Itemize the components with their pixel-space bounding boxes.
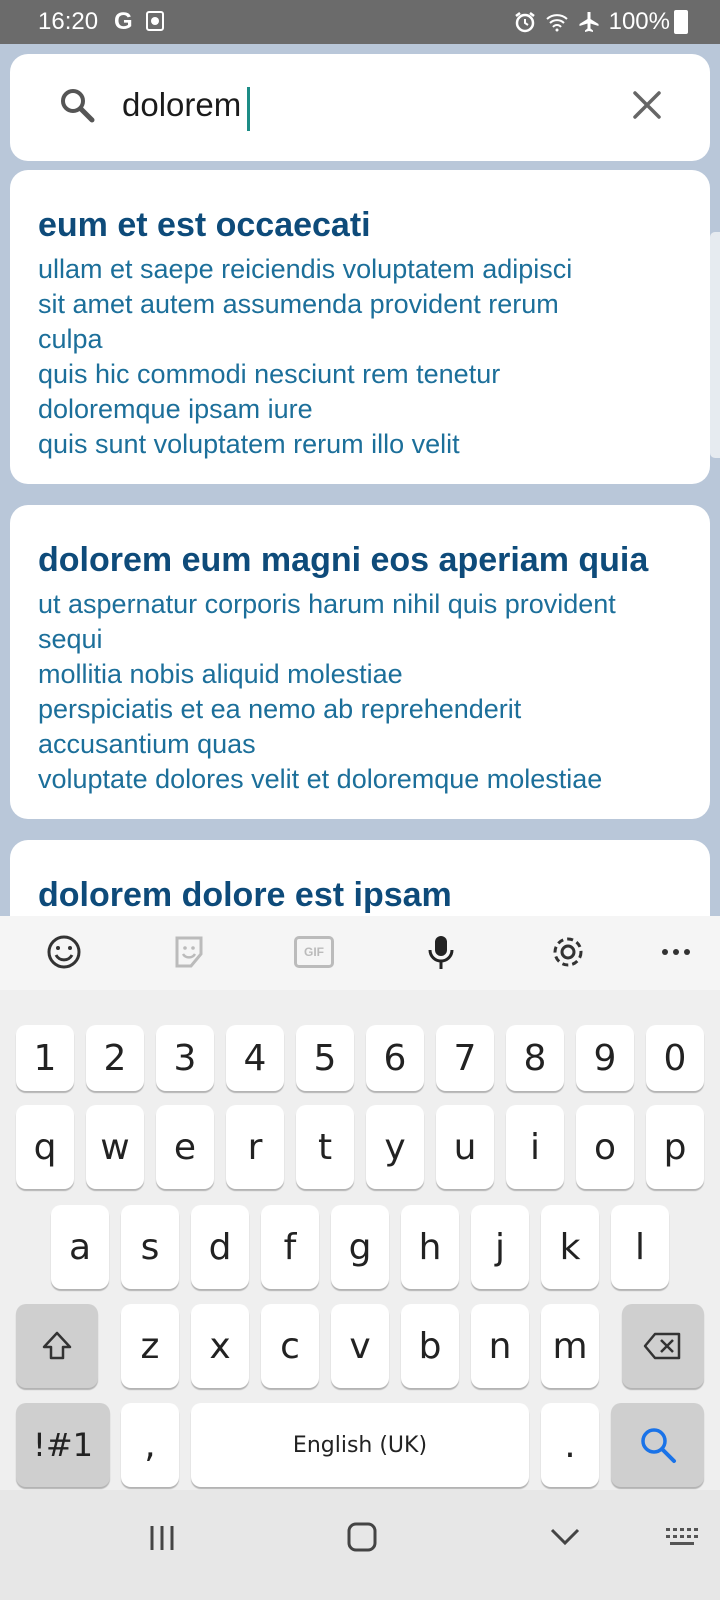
key-m[interactable]: m <box>541 1304 599 1388</box>
keyboard-toolbar: GIF <box>0 916 720 990</box>
result-line: culpa <box>38 324 103 354</box>
key-g[interactable]: g <box>331 1205 389 1289</box>
symbols-key[interactable]: !#1 <box>16 1403 110 1487</box>
key-c[interactable]: c <box>261 1304 319 1388</box>
key-l[interactable]: l <box>611 1205 669 1289</box>
wifi-icon <box>545 14 568 32</box>
key-8[interactable]: 8 <box>506 1025 564 1091</box>
results-list[interactable]: eum et est occaecati ullam et saepe reic… <box>0 168 720 916</box>
search-bar[interactable] <box>10 54 710 161</box>
scrollbar[interactable] <box>710 232 720 458</box>
status-time: 16:20 <box>38 8 99 35</box>
emoji-icon[interactable] <box>44 932 84 972</box>
key-z[interactable]: z <box>121 1304 179 1388</box>
key-a[interactable]: a <box>51 1205 109 1289</box>
key-j[interactable]: j <box>471 1205 529 1289</box>
back-icon[interactable] <box>548 1524 582 1548</box>
search-icon <box>61 89 95 123</box>
result-line: perspiciatis et ea nemo ab reprehenderit <box>38 694 522 724</box>
key-1[interactable]: 1 <box>16 1025 74 1091</box>
result-body: ut aspernatur corporis harum nihil quis … <box>38 587 682 797</box>
key-5[interactable]: 5 <box>296 1025 354 1091</box>
status-icons: 100% <box>513 8 670 36</box>
key-e[interactable]: e <box>156 1105 214 1189</box>
close-icon[interactable] <box>632 90 662 120</box>
key-9[interactable]: 9 <box>576 1025 634 1091</box>
airplane-icon <box>579 12 599 32</box>
key-k[interactable]: k <box>541 1205 599 1289</box>
battery-icon <box>674 10 688 34</box>
result-line: voluptate dolores velit et doloremque mo… <box>38 764 603 794</box>
alarm-icon <box>514 12 535 33</box>
space-key[interactable]: English (UK) <box>191 1403 529 1487</box>
key-3[interactable]: 3 <box>156 1025 214 1091</box>
result-body: ullam et saepe reiciendis voluptatem adi… <box>38 252 682 462</box>
key-comma[interactable]: , <box>121 1403 179 1487</box>
key-i[interactable]: i <box>506 1105 564 1189</box>
key-t[interactable]: t <box>296 1105 354 1189</box>
key-period[interactable]: . <box>541 1403 599 1487</box>
result-card[interactable]: eum et est occaecati ullam et saepe reic… <box>10 170 710 484</box>
key-7[interactable]: 7 <box>436 1025 494 1091</box>
backspace-icon <box>643 1332 681 1360</box>
search-input[interactable]: dolorem <box>122 86 241 124</box>
result-line: doloremque ipsam iure <box>38 394 313 424</box>
result-line: sequi <box>38 624 103 654</box>
settings-icon[interactable] <box>548 932 588 972</box>
more-icon[interactable] <box>656 932 696 972</box>
key-y[interactable]: y <box>366 1105 424 1189</box>
key-6[interactable]: 6 <box>366 1025 424 1091</box>
key-n[interactable]: n <box>471 1304 529 1388</box>
key-v[interactable]: v <box>331 1304 389 1388</box>
key-p[interactable]: p <box>646 1105 704 1189</box>
key-o[interactable]: o <box>576 1105 634 1189</box>
key-u[interactable]: u <box>436 1105 494 1189</box>
text-cursor <box>247 87 250 131</box>
result-line: quis hic commodi nesciunt rem tenetur <box>38 359 501 389</box>
sticker-icon[interactable] <box>169 932 209 972</box>
key-2[interactable]: 2 <box>86 1025 144 1091</box>
key-r[interactable]: r <box>226 1105 284 1189</box>
result-line: quis sunt voluptatem rerum illo velit <box>38 429 460 459</box>
key-d[interactable]: d <box>191 1205 249 1289</box>
google-notification-icon: G <box>114 8 133 35</box>
result-line: sit amet autem assumenda provident rerum <box>38 289 559 319</box>
key-b[interactable]: b <box>401 1304 459 1388</box>
key-f[interactable]: f <box>261 1205 319 1289</box>
result-card[interactable]: dolorem eum magni eos aperiam quia ut as… <box>10 505 710 819</box>
result-line: accusantium quas <box>38 729 256 759</box>
backspace-key[interactable] <box>622 1304 704 1388</box>
search-icon <box>640 1428 676 1463</box>
search-key[interactable] <box>611 1403 704 1487</box>
home-icon[interactable] <box>345 1520 379 1554</box>
shift-key[interactable] <box>16 1304 98 1388</box>
key-h[interactable]: h <box>401 1205 459 1289</box>
result-title: dolorem dolore est ipsam <box>38 876 452 914</box>
battery-percent: 100% <box>608 8 670 35</box>
shift-icon <box>42 1331 72 1360</box>
key-w[interactable]: w <box>86 1105 144 1189</box>
microphone-icon[interactable] <box>421 932 461 972</box>
key-x[interactable]: x <box>191 1304 249 1388</box>
key-s[interactable]: s <box>121 1205 179 1289</box>
result-title: eum et est occaecati <box>38 206 371 244</box>
gif-icon[interactable]: GIF <box>294 936 334 968</box>
keyboard-switch-icon[interactable] <box>664 1526 700 1548</box>
result-line: ut aspernatur corporis harum nihil quis … <box>38 589 616 619</box>
result-card[interactable]: dolorem dolore est ipsam <box>10 840 710 916</box>
navigation-bar <box>0 1490 720 1600</box>
key-0[interactable]: 0 <box>646 1025 704 1091</box>
result-title: dolorem eum magni eos aperiam quia <box>38 541 649 579</box>
status-bar: 16:20 G 100% <box>0 0 720 44</box>
key-4[interactable]: 4 <box>226 1025 284 1091</box>
key-q[interactable]: q <box>16 1105 74 1189</box>
screen-record-icon <box>146 11 164 31</box>
recent-apps-icon[interactable] <box>146 1522 178 1554</box>
result-line: ullam et saepe reiciendis voluptatem adi… <box>38 254 573 284</box>
result-line: mollitia nobis aliquid molestiae <box>38 659 403 689</box>
